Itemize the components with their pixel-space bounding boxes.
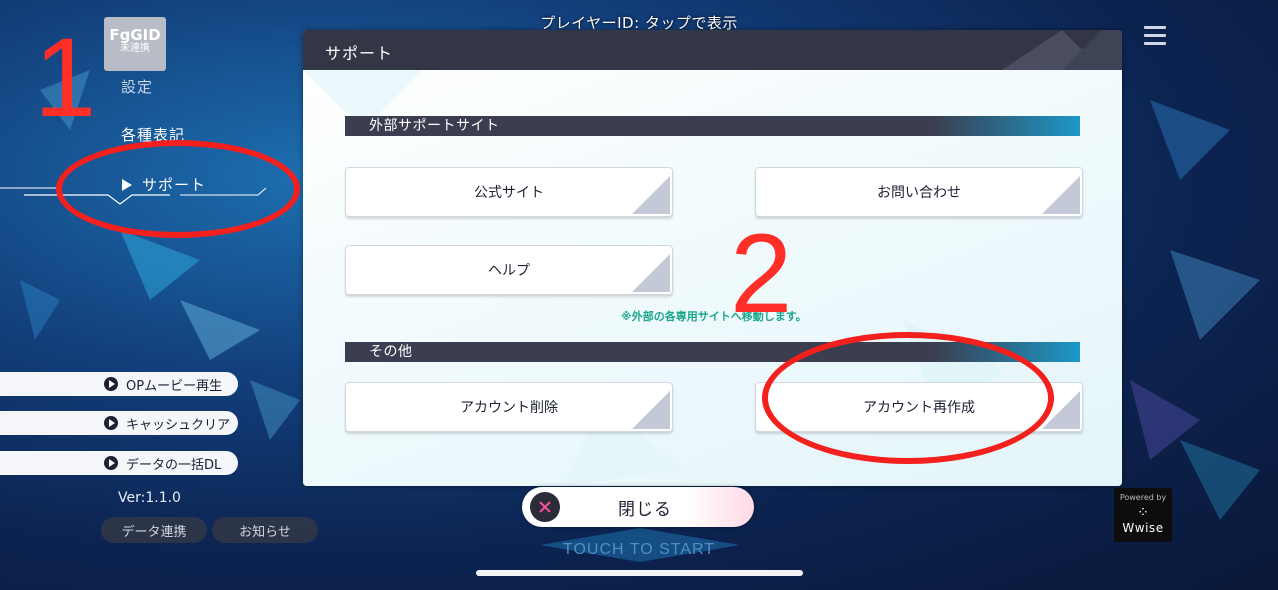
data-link-button[interactable]: データ連携 bbox=[101, 517, 207, 543]
hamburger-menu-icon[interactable] bbox=[1144, 26, 1166, 45]
section-external-support-label: 外部サポートサイト bbox=[369, 118, 500, 134]
cache-clear-button[interactable]: キャッシュクリア bbox=[0, 411, 238, 435]
close-button[interactable]: 閉じる bbox=[522, 487, 754, 527]
play-circle-icon bbox=[104, 377, 118, 391]
bulk-download-label: データの一括DL bbox=[126, 457, 222, 473]
modal-header: サポート bbox=[303, 30, 1122, 70]
contact-label: お問い合わせ bbox=[877, 185, 961, 201]
op-movie-label: OPムービー再生 bbox=[126, 378, 223, 394]
fggid-title: FgGID bbox=[109, 26, 161, 44]
touch-to-start-text[interactable]: TOUCH TO START bbox=[0, 541, 1278, 559]
wwise-logo: Powered by ⁘ Wwise bbox=[1114, 488, 1172, 542]
wwise-dots-icon: ⁘ bbox=[1137, 505, 1149, 521]
play-circle-icon bbox=[104, 456, 118, 470]
play-circle-icon bbox=[104, 416, 118, 430]
sidebar-settings-heading: 設定 bbox=[121, 78, 154, 96]
cache-clear-label: キャッシュクリア bbox=[126, 417, 231, 433]
wwise-powered-by: Powered by bbox=[1119, 493, 1167, 502]
annotation-number-2: 2 bbox=[730, 211, 793, 336]
close-icon bbox=[530, 492, 560, 522]
section-other-label: その他 bbox=[369, 344, 413, 360]
fggid-badge[interactable]: FgGID 未連携 bbox=[104, 17, 166, 71]
help-label: ヘルプ bbox=[488, 263, 530, 279]
op-movie-button[interactable]: OPムービー再生 bbox=[0, 372, 238, 396]
wwise-brand: Wwise bbox=[1122, 521, 1164, 535]
close-label: 閉じる bbox=[618, 499, 672, 520]
official-site-label: 公式サイト bbox=[474, 185, 544, 201]
home-indicator[interactable] bbox=[476, 570, 803, 576]
header-decoration bbox=[1002, 30, 1122, 70]
notice-button[interactable]: お知らせ bbox=[212, 517, 318, 543]
fggid-status: 未連携 bbox=[120, 43, 150, 54]
section-external-support: 外部サポートサイト bbox=[345, 116, 1080, 136]
annotation-circle-2 bbox=[762, 332, 1054, 464]
annotation-number-1: 1 bbox=[34, 15, 97, 140]
help-button[interactable]: ヘルプ bbox=[345, 245, 673, 295]
bulk-download-button[interactable]: データの一括DL bbox=[0, 451, 238, 475]
official-site-button[interactable]: 公式サイト bbox=[345, 167, 673, 217]
modal-title: サポート bbox=[325, 44, 394, 63]
delete-account-label: アカウント削除 bbox=[460, 400, 558, 416]
annotation-circle-1 bbox=[56, 140, 300, 238]
contact-button[interactable]: お問い合わせ bbox=[755, 167, 1083, 217]
delete-account-button[interactable]: アカウント削除 bbox=[345, 382, 673, 432]
version-label: Ver:1.1.0 bbox=[118, 490, 181, 506]
